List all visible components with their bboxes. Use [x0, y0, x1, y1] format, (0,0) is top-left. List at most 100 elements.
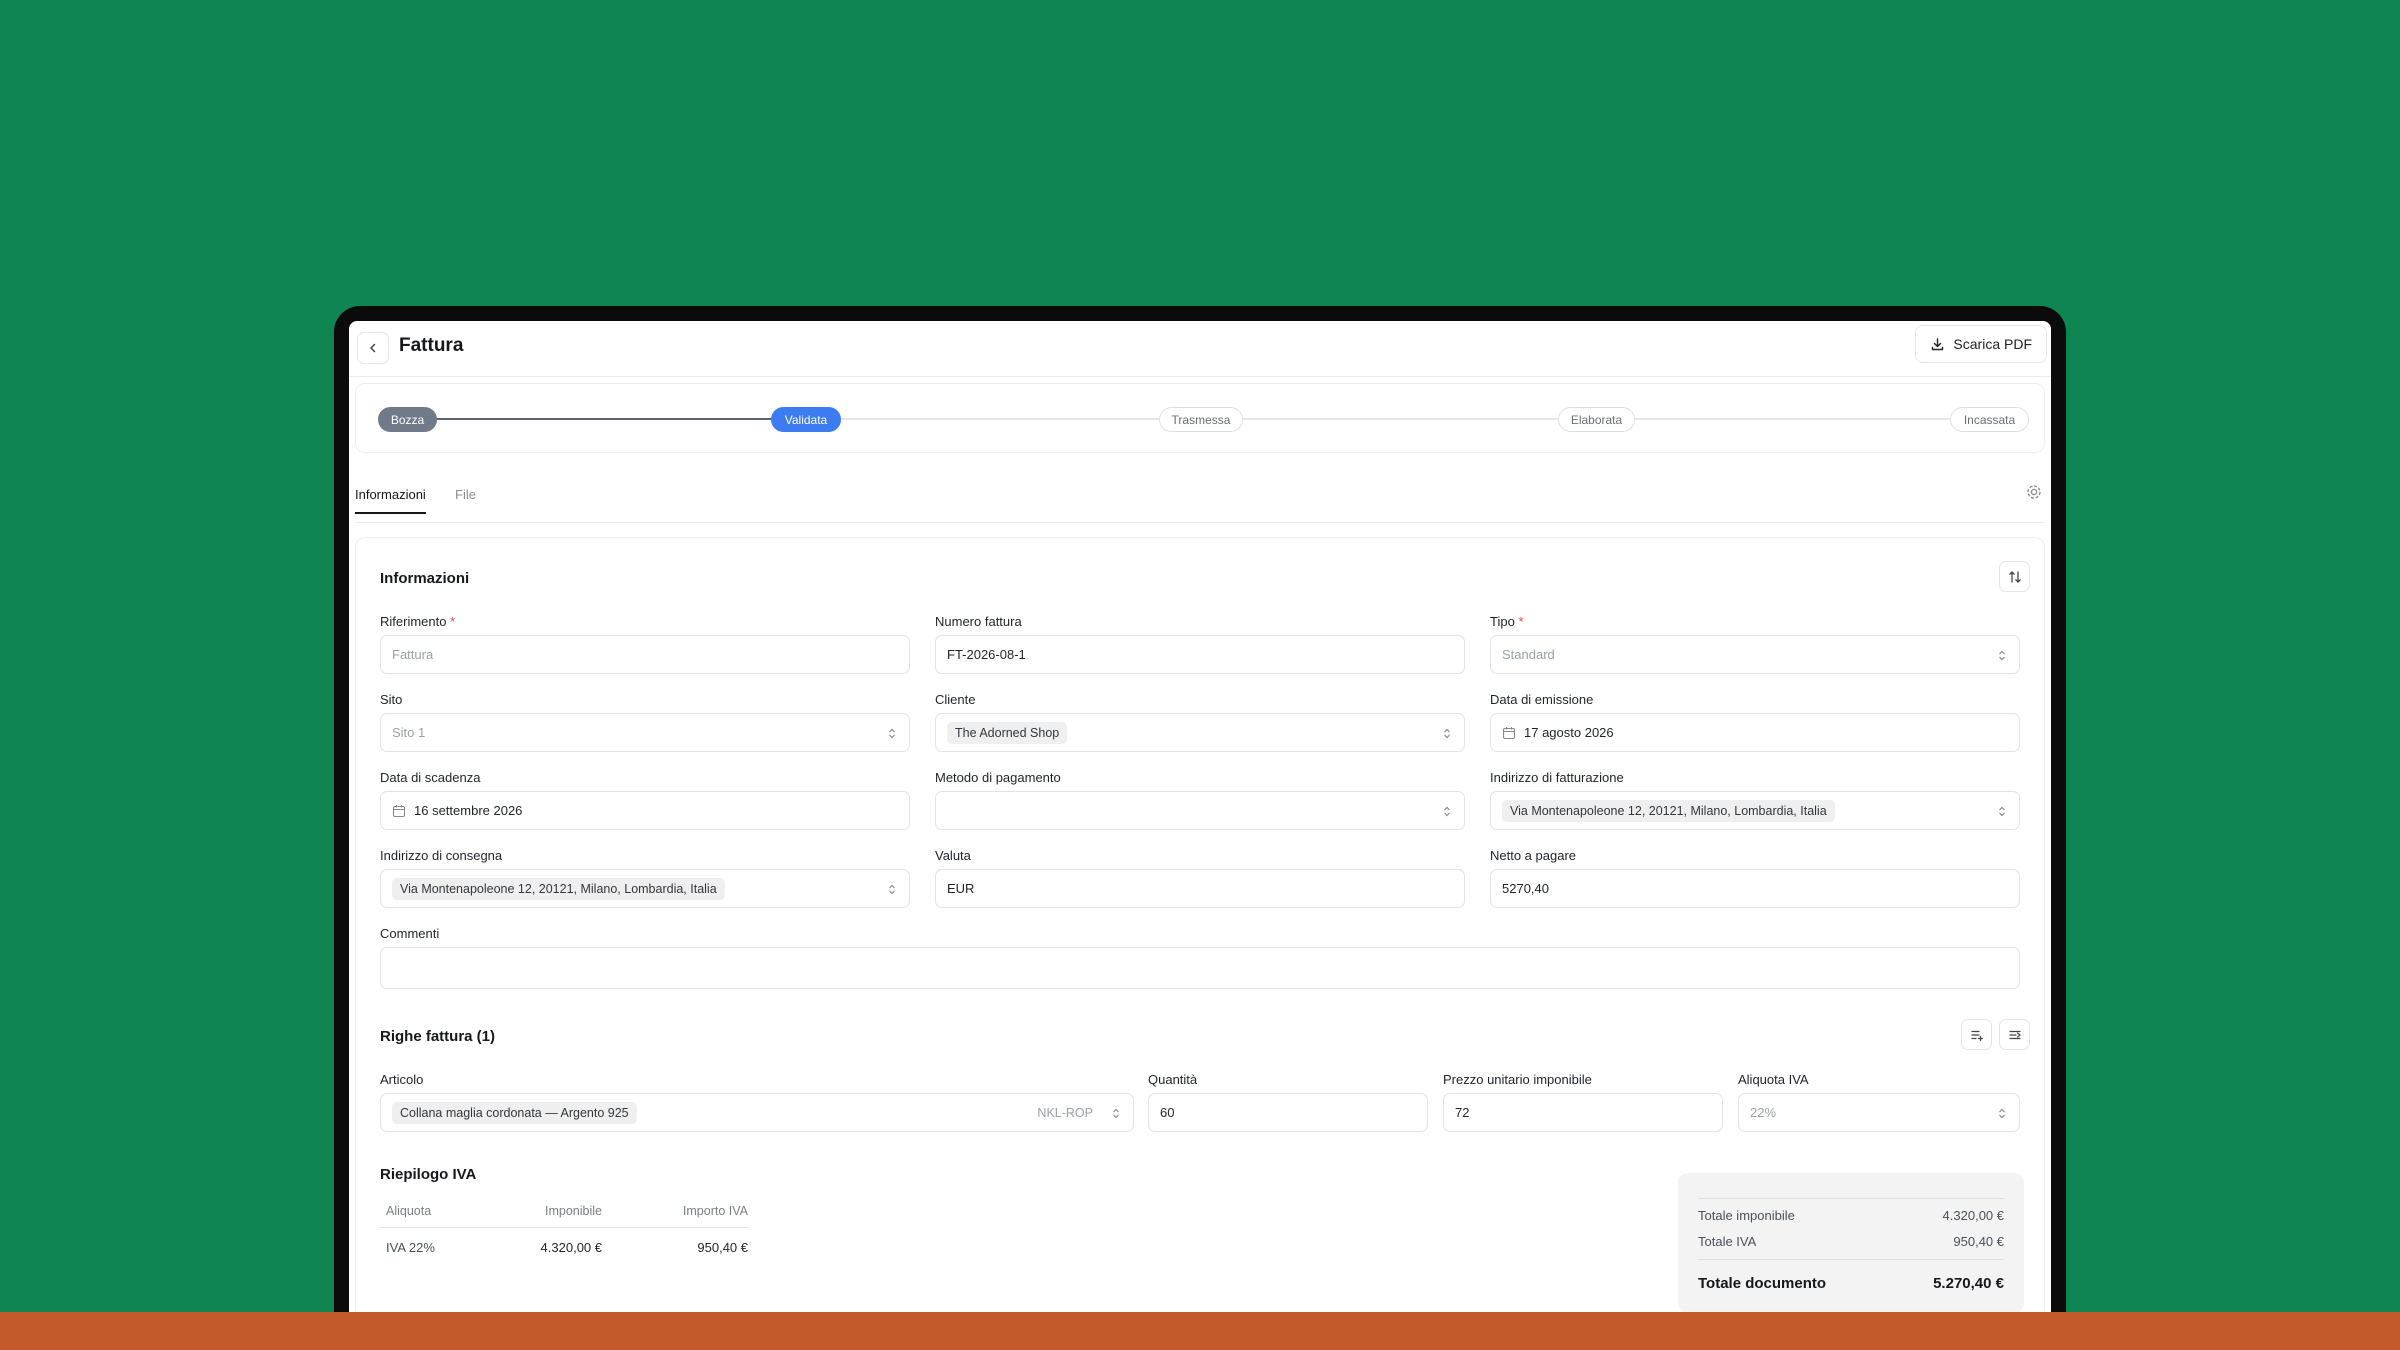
prezzo-field[interactable]: 72 — [1443, 1093, 1723, 1132]
list-insert-icon — [2008, 1030, 2021, 1039]
download-pdf-label: Scarica PDF — [1953, 336, 2032, 352]
articolo-sku: NKL-ROP — [1037, 1106, 1093, 1120]
metodo-pagamento-label: Metodo di pagamento — [935, 770, 1061, 785]
stepper-line-pending — [812, 418, 2002, 420]
aliquota-select[interactable]: 22% — [1738, 1093, 2020, 1132]
chevron-updown-icon — [1999, 806, 2005, 817]
bottom-accent-bar — [0, 1312, 2400, 1350]
totale-imponibile-label: Totale imponibile — [1698, 1208, 1795, 1223]
chevron-updown-icon — [1444, 728, 1450, 739]
quantita-field[interactable]: 60 — [1148, 1093, 1428, 1132]
prezzo-value: 72 — [1455, 1105, 1470, 1120]
step-bozza[interactable]: Bozza — [378, 407, 437, 432]
row-imponibile: 4.320,00 € — [540, 1240, 602, 1255]
netto-field[interactable]: 5270,40 — [1490, 869, 2020, 908]
header-importo: Importo IVA — [682, 1204, 748, 1218]
numero-fattura-field[interactable]: FT-2026-08-1 — [935, 635, 1465, 674]
indirizzo-fatturazione-label: Indirizzo di fatturazione — [1490, 770, 1624, 785]
tab-informazioni[interactable]: Informazioni — [355, 487, 426, 514]
step-trasmessa[interactable]: Trasmessa — [1159, 407, 1243, 432]
section-title-riepilogo: Riepilogo IVA — [380, 1166, 477, 1183]
divider — [1698, 1259, 2004, 1260]
indirizzo-fatturazione-select[interactable]: Via Montenapoleone 12, 20121, Milano, Lo… — [1490, 791, 2020, 830]
list-add-icon — [1970, 1030, 1983, 1041]
data-scadenza-value: 16 settembre 2026 — [414, 803, 523, 818]
indirizzo-consegna-chip: Via Montenapoleone 12, 20121, Milano, Lo… — [392, 877, 725, 900]
download-pdf-button[interactable]: Scarica PDF — [1915, 325, 2047, 363]
informazioni-card: Informazioni Riferimento * Fattura Numer… — [355, 537, 2045, 1312]
riepilogo-iva-table: Aliquota Imponibile Importo IVA IVA 22% … — [380, 1200, 748, 1258]
totals-panel: Totale imponibile 4.320,00 € Totale IVA … — [1678, 1173, 2024, 1312]
section-title-informazioni: Informazioni — [380, 570, 470, 587]
chevron-left-icon — [369, 343, 376, 353]
prezzo-label: Prezzo unitario imponibile — [1443, 1072, 1592, 1087]
tipo-label: Tipo * — [1490, 614, 1524, 629]
commenti-field[interactable] — [380, 947, 2020, 989]
row-importo: 950,40 € — [697, 1240, 748, 1255]
page-header: Fattura Scarica PDF — [349, 321, 2051, 377]
tab-file[interactable]: File — [455, 487, 476, 512]
gear-icon[interactable] — [2025, 483, 2043, 501]
back-button[interactable] — [357, 332, 389, 364]
totale-documento-label: Totale documento — [1698, 1275, 1827, 1292]
chevron-updown-icon — [889, 728, 895, 739]
row-aliquota: IVA 22% — [386, 1240, 435, 1255]
sort-icon — [2008, 570, 2021, 583]
sort-button[interactable] — [1999, 561, 2030, 592]
laptop-frame: Fattura Scarica PDF Bozza Validata Trasm… — [334, 306, 2066, 1312]
table-header-row: Aliquota Imponibile Importo IVA — [380, 1200, 748, 1228]
insert-line-button[interactable] — [1999, 1019, 2030, 1050]
articolo-chip: Collana maglia cordonata — Argento 925 — [392, 1101, 637, 1124]
data-emissione-field[interactable]: 17 agosto 2026 — [1490, 713, 2020, 752]
articolo-select[interactable]: Collana maglia cordonata — Argento 925 N… — [380, 1093, 1134, 1132]
cliente-select[interactable]: The Adorned Shop — [935, 713, 1465, 752]
riferimento-placeholder: Fattura — [392, 647, 434, 662]
tab-bar: Informazioni File — [355, 471, 2045, 523]
chevron-updown-icon — [1999, 1108, 2005, 1119]
step-elaborata[interactable]: Elaborata — [1558, 407, 1635, 432]
aliquota-placeholder: 22% — [1750, 1105, 1777, 1120]
step-incassata[interactable]: Incassata — [1950, 407, 2029, 432]
valuta-field[interactable]: EUR — [935, 869, 1465, 908]
indirizzo-fatturazione-chip: Via Montenapoleone 12, 20121, Milano, Lo… — [1502, 799, 1835, 822]
totale-iva-row: Totale IVA 950,40 € — [1698, 1234, 2004, 1249]
download-icon — [1932, 337, 1944, 350]
calendar-icon — [392, 804, 406, 817]
totale-iva-label: Totale IVA — [1698, 1234, 1757, 1249]
header-aliquota: Aliquota — [386, 1204, 432, 1218]
section-title-righe: Righe fattura (1) — [380, 1028, 496, 1045]
totale-imponibile-row: Totale imponibile 4.320,00 € — [1698, 1208, 2004, 1223]
quantita-value: 60 — [1160, 1105, 1175, 1120]
indirizzo-consegna-select[interactable]: Via Montenapoleone 12, 20121, Milano, Lo… — [380, 869, 910, 908]
chevron-updown-icon — [1113, 1108, 1119, 1119]
status-stepper: Bozza Validata Trasmessa Elaborata Incas… — [355, 383, 2045, 453]
sito-label: Sito — [380, 692, 403, 707]
riferimento-field[interactable]: Fattura — [380, 635, 910, 674]
totale-documento-row: Totale documento 5.270,40 € — [1698, 1275, 2004, 1292]
step-validata[interactable]: Validata — [771, 407, 841, 432]
commenti-label: Commenti — [380, 926, 440, 941]
numero-fattura-label: Numero fattura — [935, 614, 1022, 629]
numero-fattura-value: FT-2026-08-1 — [947, 647, 1026, 662]
data-scadenza-label: Data di scadenza — [380, 770, 481, 785]
metodo-pagamento-select[interactable] — [935, 791, 1465, 830]
table-row: IVA 22% 4.320,00 € 950,40 € — [380, 1228, 748, 1258]
tipo-select[interactable]: Standard — [1490, 635, 2020, 674]
sito-placeholder: Sito 1 — [392, 725, 426, 740]
sito-select[interactable]: Sito 1 — [380, 713, 910, 752]
add-line-button[interactable] — [1961, 1019, 1992, 1050]
aliquota-label: Aliquota IVA — [1738, 1072, 1809, 1087]
stepper-line-done — [412, 418, 812, 420]
chevron-updown-icon — [889, 884, 895, 895]
totale-iva-value: 950,40 € — [1953, 1234, 2004, 1249]
app-screen: Fattura Scarica PDF Bozza Validata Trasm… — [349, 321, 2051, 1312]
riferimento-label: Riferimento * — [380, 614, 456, 629]
netto-value: 5270,40 — [1502, 881, 1549, 896]
articolo-label: Articolo — [380, 1072, 424, 1087]
quantita-label: Quantità — [1148, 1072, 1198, 1087]
data-scadenza-field[interactable]: 16 settembre 2026 — [380, 791, 910, 830]
chevron-updown-icon — [1444, 806, 1450, 817]
data-emissione-label: Data di emissione — [1490, 692, 1594, 707]
netto-label: Netto a pagare — [1490, 848, 1577, 863]
cliente-chip: The Adorned Shop — [947, 721, 1068, 744]
